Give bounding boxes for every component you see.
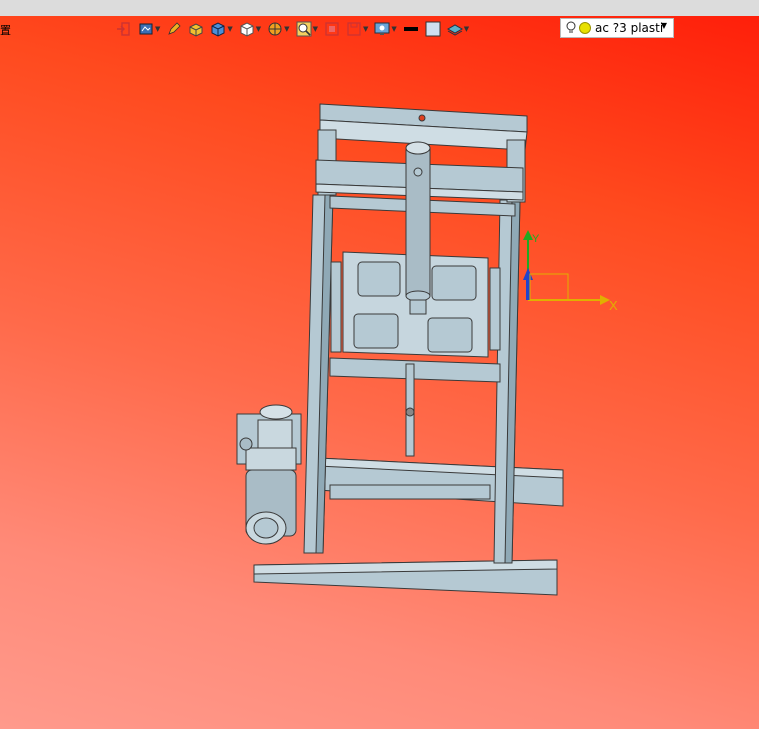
xy-plane-indicator bbox=[529, 273, 569, 301]
x-axis-label: X bbox=[609, 298, 618, 313]
y-axis-label: Y bbox=[532, 233, 540, 245]
cad-model-canvas[interactable]: X Y bbox=[0, 0, 759, 729]
coordinate-triad: X Y bbox=[523, 230, 618, 313]
machine-frame-model bbox=[236, 103, 564, 596]
